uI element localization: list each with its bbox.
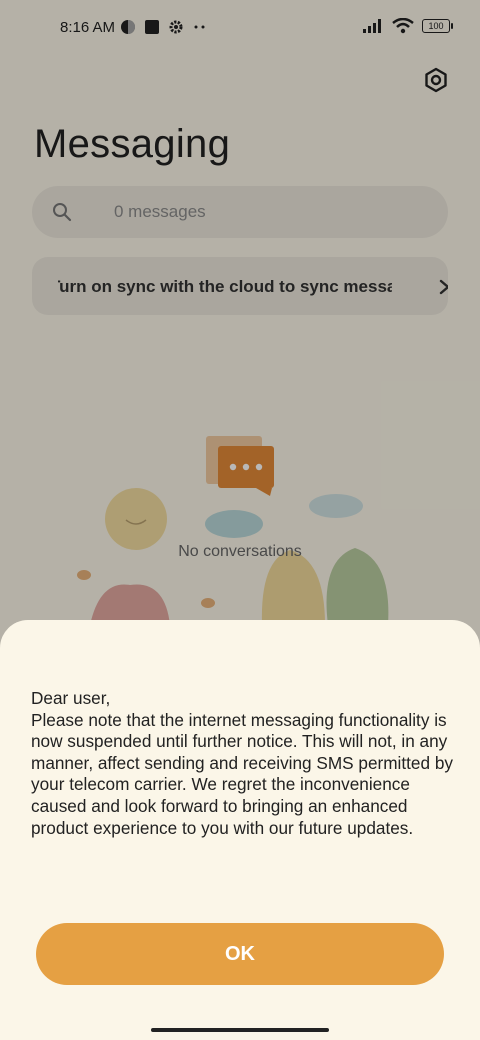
notice-dialog: Dear user, Please note that the internet… xyxy=(0,620,480,1040)
ok-button[interactable]: OK xyxy=(36,923,444,985)
dialog-message: Dear user, Please note that the internet… xyxy=(31,688,461,839)
dialog-body: Please note that the internet messaging … xyxy=(31,709,453,838)
home-indicator[interactable] xyxy=(151,1028,329,1032)
dialog-greeting: Dear user, xyxy=(31,688,111,708)
